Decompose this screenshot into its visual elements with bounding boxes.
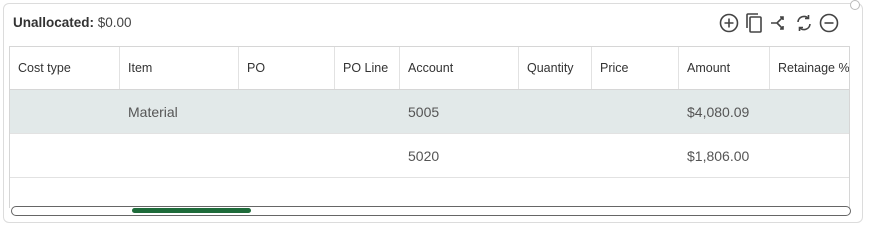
column-header-account[interactable]: Account [400, 47, 519, 89]
column-header-price[interactable]: Price [592, 47, 679, 89]
cell-retainage[interactable] [770, 90, 849, 133]
column-header-quantity[interactable]: Quantity [519, 47, 592, 89]
cell-amount[interactable]: $1,806.00 [679, 134, 770, 177]
horizontal-scrollbar[interactable] [11, 206, 851, 216]
cell-cost-type[interactable] [10, 134, 120, 177]
remove-circle-icon[interactable] [818, 11, 840, 35]
cell-account[interactable]: 5020 [400, 134, 519, 177]
cell-retainage[interactable] [770, 134, 849, 177]
column-header-retainage[interactable]: Retainage % [770, 47, 849, 89]
unallocated-label: Unallocated: [13, 15, 95, 30]
cell-account[interactable]: 5005 [400, 90, 519, 133]
cell-po[interactable] [239, 90, 335, 133]
split-icon[interactable] [768, 11, 790, 35]
column-header-amount[interactable]: Amount [679, 47, 770, 89]
cell-po-line[interactable] [335, 90, 400, 133]
column-header-cost-type[interactable]: Cost type [10, 47, 120, 89]
copy-icon[interactable] [743, 11, 765, 35]
cell-price[interactable] [592, 134, 679, 177]
panel-corner-icon [850, 0, 860, 10]
cell-amount[interactable]: $4,080.09 [679, 90, 770, 133]
cell-quantity[interactable] [519, 134, 592, 177]
column-header-item[interactable]: Item [120, 47, 239, 89]
unallocated-summary: Unallocated: $0.00 [13, 15, 132, 30]
grid-header-row: Cost type Item PO PO Line Account Quanti… [10, 47, 849, 90]
allocation-grid: Cost type Item PO PO Line Account Quanti… [9, 46, 850, 208]
cell-price[interactable] [592, 90, 679, 133]
refresh-icon[interactable] [793, 11, 815, 35]
cell-item[interactable]: Material [120, 90, 239, 133]
cell-item[interactable] [120, 134, 239, 177]
column-header-po[interactable]: PO [239, 47, 335, 89]
unallocated-value: $0.00 [97, 15, 132, 30]
grid-toolbar [718, 10, 843, 36]
column-header-po-line[interactable]: PO Line [335, 47, 400, 89]
scrollbar-thumb[interactable] [132, 208, 251, 213]
cell-po[interactable] [239, 134, 335, 177]
cell-po-line[interactable] [335, 134, 400, 177]
table-row[interactable]: Material 5005 $4,080.09 [10, 90, 849, 134]
cell-quantity[interactable] [519, 90, 592, 133]
add-circle-icon[interactable] [718, 11, 740, 35]
table-row[interactable]: 5020 $1,806.00 [10, 134, 849, 178]
cell-cost-type[interactable] [10, 90, 120, 133]
